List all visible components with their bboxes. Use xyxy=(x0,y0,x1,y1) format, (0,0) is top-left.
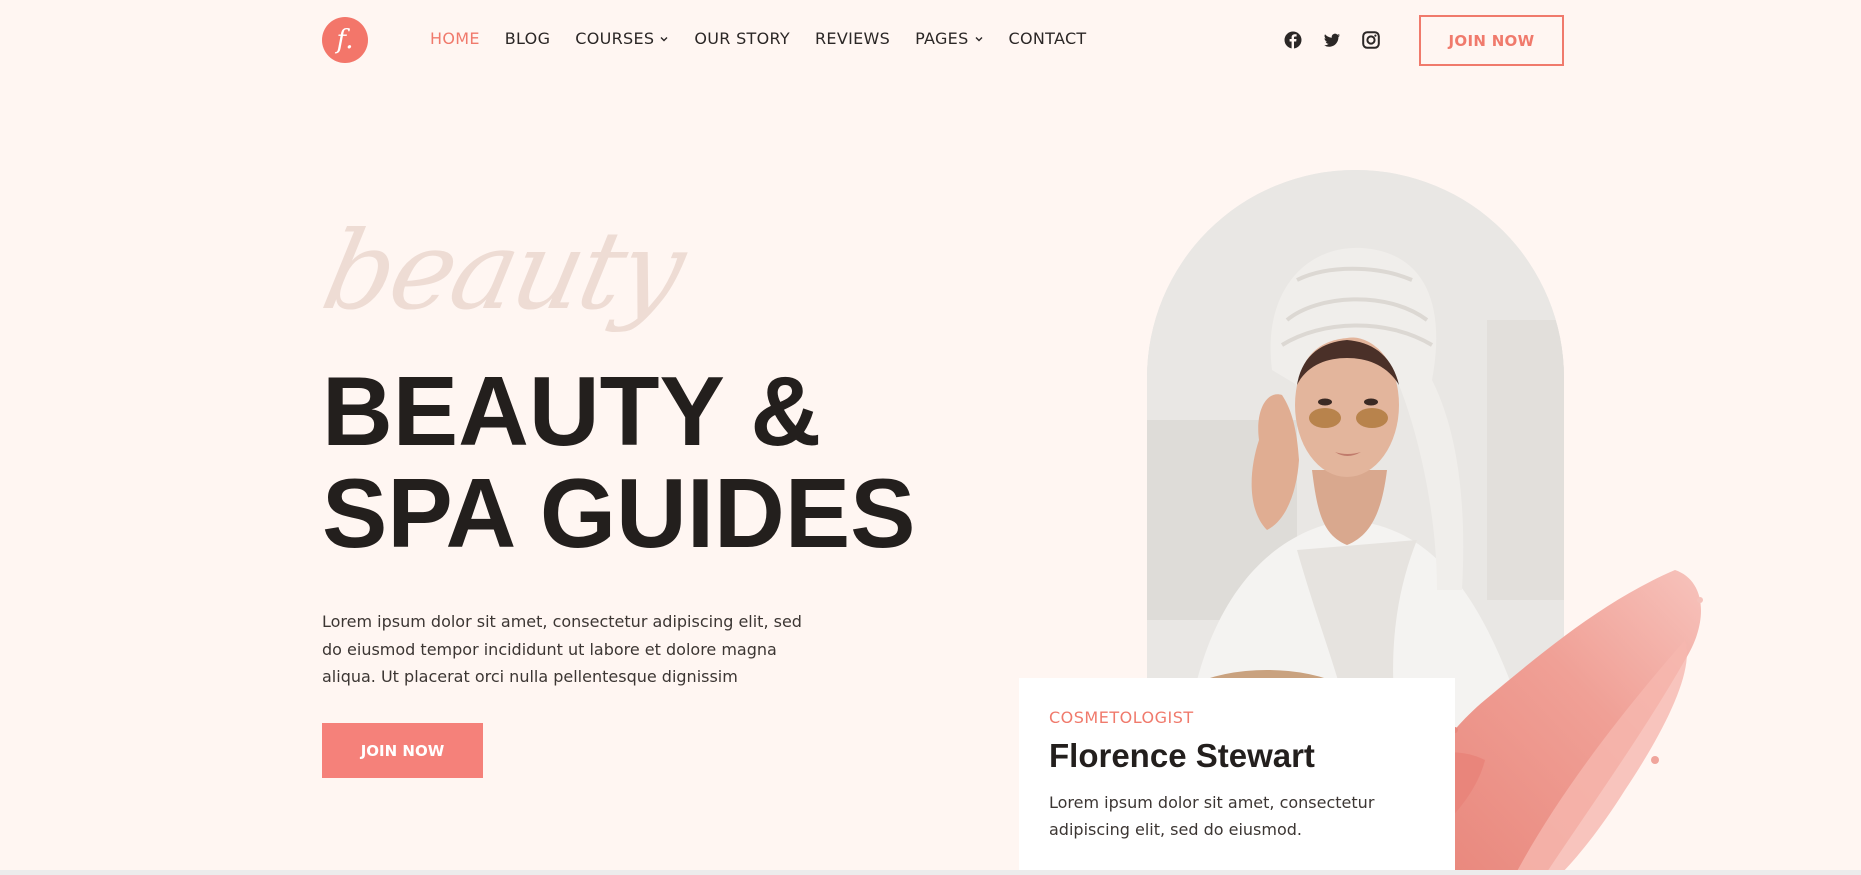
profile-name: Florence Stewart xyxy=(1049,737,1315,774)
profile-card: COSMETOLOGIST Florence Stewart Lorem ips… xyxy=(1019,678,1455,875)
hero-title: BEAUTY & SPA GUIDES xyxy=(322,360,916,564)
social-links xyxy=(1284,31,1380,49)
hero-title-line-1: BEAUTY & xyxy=(322,356,822,466)
facebook-icon[interactable] xyxy=(1284,31,1302,49)
nav-item-pages[interactable]: PAGES xyxy=(915,29,983,48)
profile-description: Lorem ipsum dolor sit amet, consectetur … xyxy=(1049,793,1375,839)
nav-label: PAGES xyxy=(915,29,969,48)
chevron-down-icon xyxy=(660,36,668,41)
chevron-down-icon xyxy=(975,36,983,41)
hero-description: Lorem ipsum dolor sit amet, consectetur … xyxy=(322,612,802,686)
nav-item-blog[interactable]: BLOG xyxy=(505,29,551,48)
profile-role: COSMETOLOGIST xyxy=(1049,708,1194,727)
nav-label: COURSES xyxy=(575,29,655,48)
nav-item-contact[interactable]: CONTACT xyxy=(1009,29,1087,48)
join-now-header-button[interactable]: JOIN NOW xyxy=(1419,15,1564,66)
nav-label: REVIEWS xyxy=(815,29,891,48)
nav-item-home[interactable]: HOME xyxy=(430,29,480,48)
nav-item-our-story[interactable]: OUR STORY xyxy=(694,29,790,48)
nav-label: BLOG xyxy=(504,29,551,48)
nav-label: HOME xyxy=(430,29,480,48)
nav-label: CONTACT xyxy=(1008,29,1087,48)
join-now-hero-button[interactable]: JOIN NOW xyxy=(322,723,483,778)
site-logo[interactable]: f. xyxy=(322,17,368,63)
hero-title-line-2: SPA GUIDES xyxy=(322,458,916,568)
hero-script-word: beauty xyxy=(312,209,693,334)
nav-item-courses[interactable]: COURSES xyxy=(575,29,669,48)
page-bottom-divider xyxy=(0,870,1861,875)
twitter-icon[interactable] xyxy=(1323,31,1341,49)
main-nav: HOME BLOG COURSES OUR STORY REVIEWS PAGE… xyxy=(430,29,1087,48)
instagram-icon[interactable] xyxy=(1362,31,1380,49)
nav-label: OUR STORY xyxy=(694,29,790,48)
nav-item-reviews[interactable]: REVIEWS xyxy=(815,29,890,48)
